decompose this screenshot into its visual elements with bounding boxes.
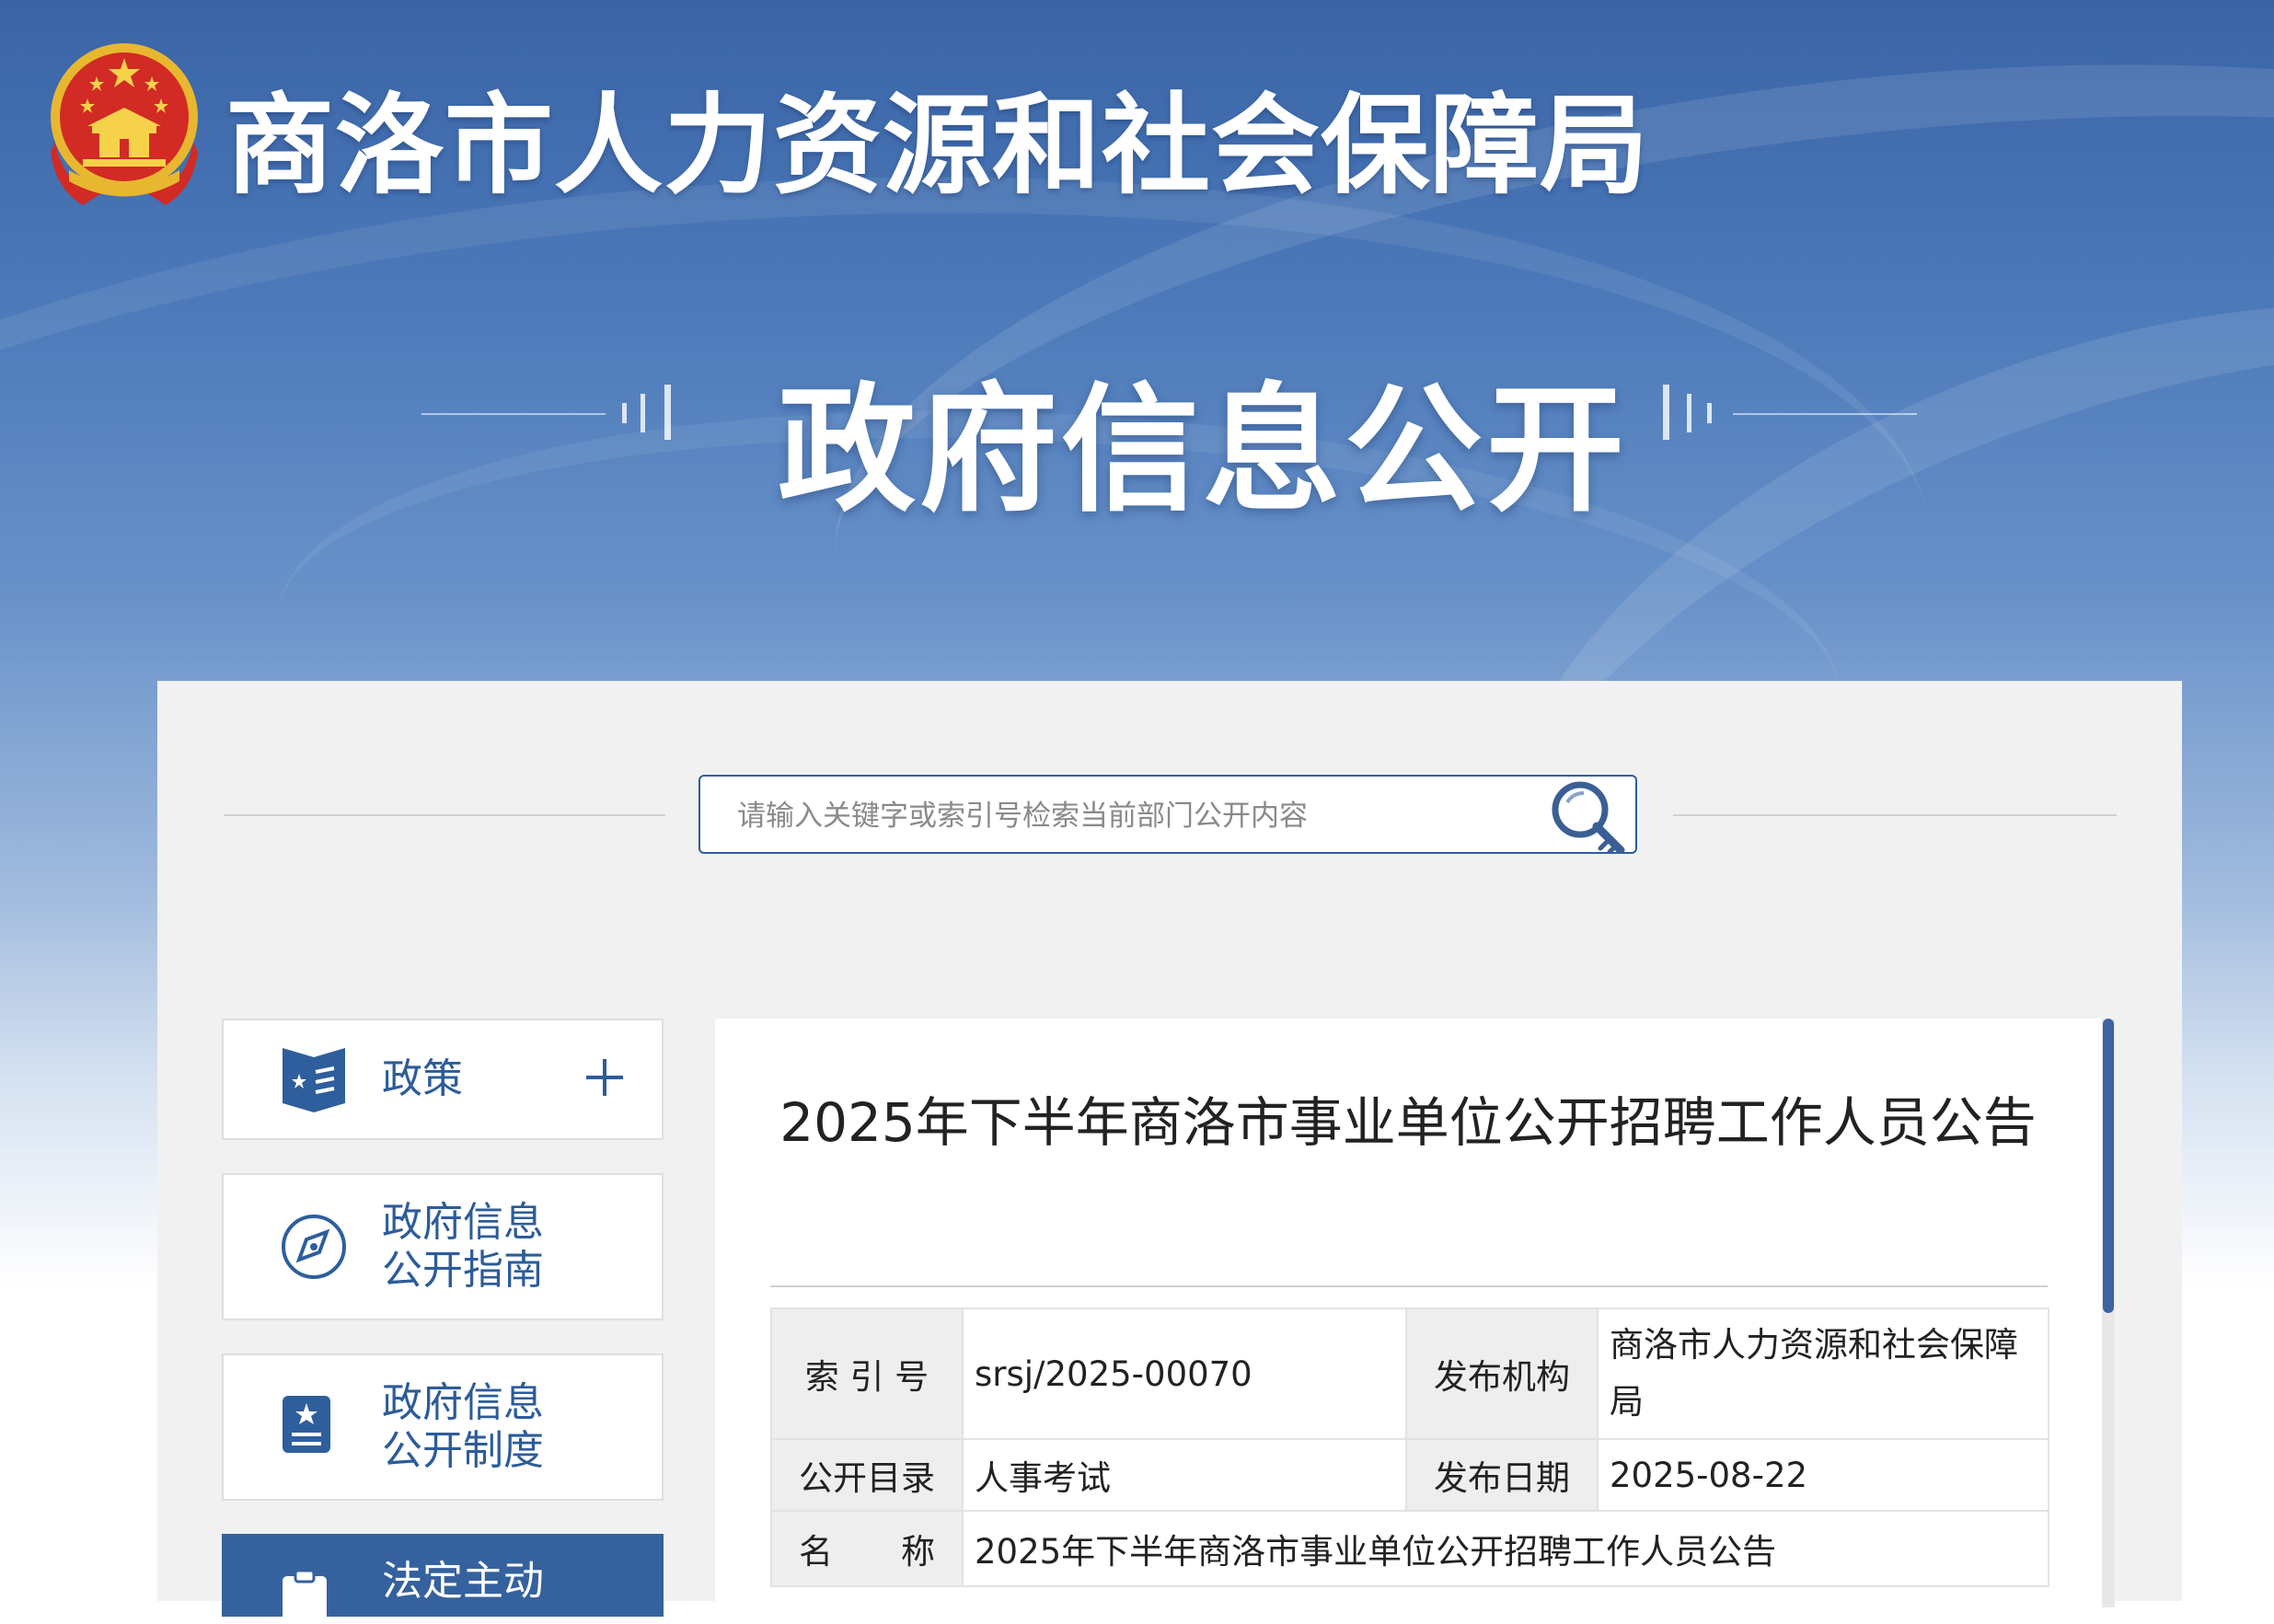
sidebar-item-label: 政策 <box>382 1055 463 1102</box>
meta-label: 公开目录 <box>770 1438 964 1512</box>
search-icon[interactable] <box>1540 777 1632 854</box>
article-title: 2025年下半年商洛市事业单位公开招聘工作人员公告 <box>779 1091 2037 1154</box>
meta-index-value: srsj/2025-00070 <box>962 1307 1407 1440</box>
meta-label: 名 称 <box>770 1510 964 1587</box>
sidebar-item-policy[interactable]: 政策 <box>222 1019 664 1140</box>
sidebar-item-label: 政府信息 公开指南 <box>382 1199 544 1294</box>
search-box <box>698 775 1637 854</box>
meta-label: 发布日期 <box>1405 1438 1599 1512</box>
title-decoration-left <box>421 385 679 440</box>
sidebar-item-disclosure-guide[interactable]: 政府信息 公开指南 <box>222 1173 664 1320</box>
title-decoration-right <box>1661 385 1919 440</box>
meta-category-value: 人事考试 <box>962 1438 1407 1512</box>
sidebar-item-label: 法定主动 <box>382 1558 544 1605</box>
divider <box>1673 814 2117 816</box>
search-input[interactable] <box>735 793 1530 839</box>
sidebar-item-label: 政府信息 公开制度 <box>382 1379 544 1474</box>
meta-label: 发布机构 <box>1405 1307 1599 1440</box>
scrollbar-thumb[interactable] <box>2103 1019 2114 1313</box>
policy-book-icon <box>283 1048 345 1112</box>
meta-publisher-value: 商洛市人力资源和社会保障局 <box>1597 1307 2049 1440</box>
clipboard-icon <box>283 1569 327 1624</box>
sidebar-item-statutory[interactable]: 法定主动 <box>222 1534 664 1624</box>
compass-icon <box>282 1215 346 1279</box>
divider <box>224 814 665 816</box>
site-title: 商洛市人力资源和社会保障局 <box>225 81 1650 209</box>
meta-name-value: 2025年下半年商洛市事业单位公开招聘工作人员公告 <box>962 1510 2049 1587</box>
sidebar-item-disclosure-system[interactable]: 政府信息 公开制度 <box>222 1353 664 1501</box>
meta-label: 索 引 号 <box>770 1307 964 1440</box>
document-badge-icon <box>283 1396 330 1453</box>
section-title: 政府信息公开 <box>778 371 1629 531</box>
expand-plus-icon[interactable] <box>584 1057 625 1098</box>
meta-date-value: 2025-08-22 <box>1597 1438 2049 1512</box>
article-meta-table: 索 引 号 srsj/2025-00070 发布机构 商洛市人力资源和社会保障局… <box>770 1307 2049 1587</box>
divider <box>770 1285 2048 1287</box>
national-emblem-icon <box>51 43 198 205</box>
